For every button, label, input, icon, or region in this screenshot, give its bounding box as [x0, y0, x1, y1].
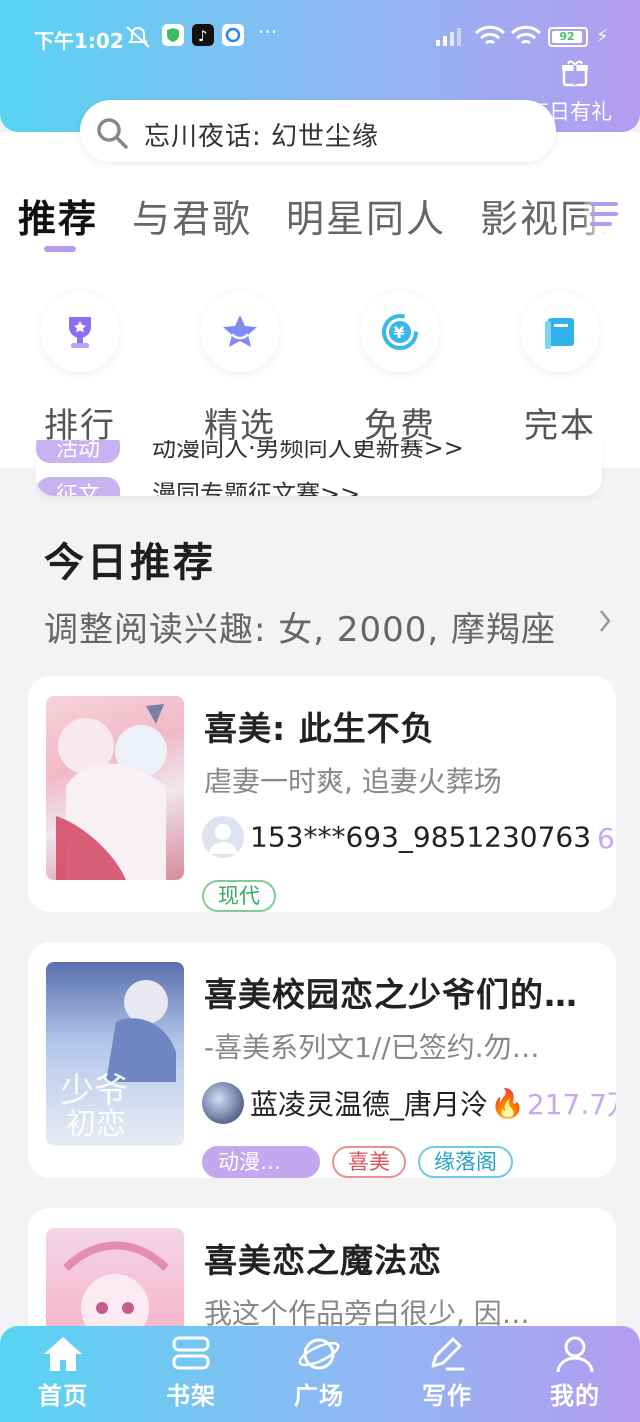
book-tags: 动漫… 喜美 缘落阁: [202, 1146, 525, 1178]
notice-row[interactable]: 征文 漫同专题征文赛>>: [36, 474, 360, 496]
battery-icon: 92: [548, 27, 588, 47]
tab-yujunge[interactable]: 与君歌: [132, 188, 252, 243]
nav-label: 首页: [38, 1382, 88, 1410]
yen-icon: ¥: [382, 314, 418, 350]
avatar[interactable]: [202, 816, 244, 858]
nav-label: 我的: [550, 1382, 600, 1410]
quick-entry-featured[interactable]: 精选: [180, 292, 300, 447]
shield-app-icon: [162, 24, 184, 51]
svg-text:少爷: 少爷: [60, 1071, 128, 1111]
search-placeholder: 忘川夜话: 幻世尘缘: [144, 122, 380, 152]
svg-text:¥: ¥: [394, 323, 405, 342]
avatar[interactable]: [202, 1082, 244, 1124]
book-tag[interactable]: 动漫…: [202, 1146, 320, 1178]
book-cover[interactable]: [46, 696, 184, 880]
menu-lines-icon: [590, 202, 618, 226]
book-title[interactable]: 喜美恋之魔法恋: [204, 1234, 604, 1282]
nav-write[interactable]: 写作: [402, 1334, 492, 1411]
quick-entries: 排行 精选 ¥ 免费 完本: [0, 292, 640, 446]
book-card[interactable]: 喜美: 此生不负 虐妻一时爽, 追妻火葬场 153***693_98512307…: [28, 676, 616, 912]
book-author-row: 蓝凌灵温德_唐月泠🔥217.7万: [202, 1082, 616, 1130]
nav-bookshelf[interactable]: 书架: [146, 1334, 236, 1411]
status-time: 下午1:02: [34, 29, 124, 53]
status-bar: 下午1:02 ♪ ··· 92 ⚡: [0, 18, 640, 58]
nav-home[interactable]: 首页: [18, 1334, 108, 1411]
bottom-navigation: 首页 书架 广场 写作 我的: [0, 1326, 640, 1422]
mute-icon: [124, 24, 152, 55]
book-description: 虐妻一时爽, 追妻火葬场: [204, 765, 502, 798]
app-notification-icon: [222, 24, 244, 51]
planet-icon: [298, 1338, 340, 1370]
battery-level: 92: [552, 31, 582, 43]
user-icon: [556, 1336, 594, 1373]
tiktok-app-icon: ♪: [192, 24, 214, 51]
tab-menu-button[interactable]: [584, 190, 640, 240]
star-icon: [223, 315, 257, 347]
active-tab-indicator: [44, 246, 76, 252]
tab-celebrity-fanfic[interactable]: 明星同人: [286, 188, 446, 243]
notice-text: 动漫同人·男频同人更新赛>>: [152, 440, 464, 462]
quick-entry-completed[interactable]: 完本: [500, 292, 620, 447]
book-heat: 217.7万: [526, 1088, 616, 1121]
charging-icon: ⚡: [596, 26, 609, 47]
signal-icon: [434, 24, 466, 53]
tab-recommend[interactable]: 推荐: [18, 188, 98, 243]
nav-label: 写作: [422, 1382, 472, 1410]
svg-text:♪: ♪: [198, 27, 208, 45]
hotspot-icon: [510, 24, 542, 53]
book-author[interactable]: 蓝凌灵温德_唐月泠: [250, 1088, 488, 1121]
book-description: -喜美系列文1//已签约.勿…: [204, 1031, 540, 1064]
book-tag[interactable]: 缘落阁: [418, 1146, 513, 1178]
notice-row[interactable]: 活动 动漫同人·男频同人更新赛>>: [36, 440, 464, 463]
trophy-icon: [69, 317, 91, 348]
book-cover[interactable]: 少爷 初恋: [46, 962, 184, 1146]
book-tag[interactable]: 现代: [202, 880, 276, 912]
category-tabs: 推荐与君歌明星同人影视同人: [18, 188, 618, 244]
home-icon: [44, 1337, 82, 1371]
section-title: 今日推荐: [44, 540, 216, 586]
notice-tag: 征文: [36, 477, 120, 496]
notice-board: 活动 动漫同人·男频同人更新赛>> 征文 漫同专题征文赛>>: [36, 440, 602, 496]
book-author-row: 153***693_9851230763 65万: [202, 816, 616, 864]
search-bar[interactable]: 忘川夜话: 幻世尘缘: [80, 100, 556, 162]
book-author[interactable]: 153***693_9851230763: [250, 821, 591, 854]
bookshelf-icon: [172, 1336, 210, 1370]
book-heat: 65万: [597, 822, 616, 855]
gift-icon[interactable]: [560, 58, 590, 88]
nav-square[interactable]: 广场: [274, 1334, 364, 1411]
book-tags: 现代: [202, 880, 288, 912]
fire-icon: 🔥: [490, 1086, 525, 1120]
chevron-right-icon[interactable]: [598, 608, 612, 634]
more-dots-icon: ···: [258, 20, 278, 44]
notice-text: 漫同专题征文赛>>: [152, 480, 361, 496]
book-tag[interactable]: 喜美: [332, 1146, 406, 1178]
quick-entry-ranking[interactable]: 排行: [20, 292, 140, 447]
reading-interest-link[interactable]: 调整阅读兴趣: 女, 2000, 摩羯座: [44, 602, 556, 651]
quick-entry-free[interactable]: ¥ 免费: [340, 292, 460, 447]
pen-icon: [431, 1337, 465, 1371]
book-title[interactable]: 喜美校园恋之少爷们的…: [204, 968, 604, 1016]
book-card[interactable]: 少爷 初恋 喜美校园恋之少爷们的… -喜美系列文1//已签约.勿… 蓝凌灵温德_…: [28, 942, 616, 1178]
nav-label: 书架: [166, 1382, 216, 1410]
book-icon: [545, 318, 574, 349]
nav-profile[interactable]: 我的: [530, 1334, 620, 1411]
wifi-icon: [474, 24, 506, 53]
book-title[interactable]: 喜美: 此生不负: [204, 702, 604, 750]
notice-tag: 活动: [36, 440, 120, 463]
search-icon: [97, 118, 128, 149]
nav-label: 广场: [294, 1382, 344, 1410]
svg-text:初恋: 初恋: [66, 1107, 126, 1142]
